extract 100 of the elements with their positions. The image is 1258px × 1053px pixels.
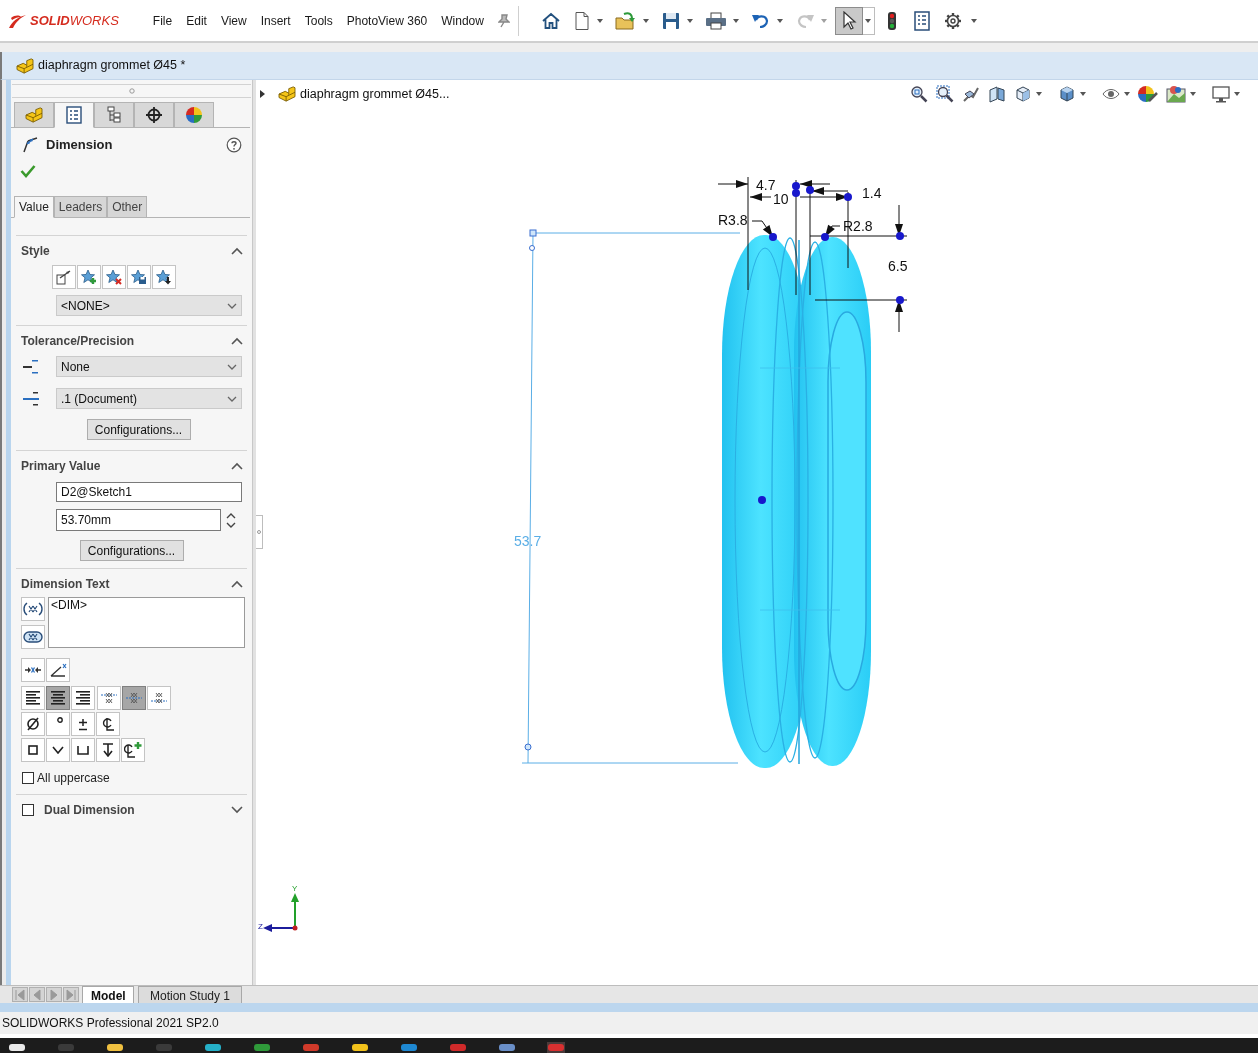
caret-icon[interactable] [776, 18, 783, 23]
menu-item[interactable]: Insert [260, 11, 291, 30]
save-style-button[interactable] [127, 265, 151, 289]
taskbar-app-icon[interactable] [9, 1042, 25, 1051]
chevron-up-icon[interactable] [231, 580, 243, 588]
property-sheet-icon[interactable] [912, 10, 931, 31]
degree-symbol-button[interactable] [46, 712, 70, 736]
menu-item[interactable]: Tools [304, 11, 333, 30]
color-sphere-pencil-icon[interactable] [1138, 85, 1158, 103]
counterbore-symbol-button[interactable] [71, 738, 95, 762]
handle-dot[interactable] [844, 193, 852, 201]
dimension-value[interactable]: 6.5 [888, 258, 908, 274]
depth-symbol-button[interactable] [96, 738, 120, 762]
menu-item[interactable]: Window [441, 11, 484, 30]
checkbox[interactable] [22, 772, 34, 784]
monitor-icon[interactable] [1212, 85, 1230, 103]
handle-dot[interactable] [896, 232, 904, 240]
panel-subtab[interactable]: Value [14, 196, 54, 218]
drag-handle-icon[interactable] [128, 88, 135, 94]
printer-icon[interactable] [704, 10, 727, 31]
dimension-style-button[interactable] [52, 265, 76, 289]
handle-dot[interactable] [792, 182, 800, 190]
dimension-value-field[interactable]: 53.70mm [56, 509, 221, 531]
caret-icon[interactable] [596, 18, 603, 23]
caret-icon[interactable] [1234, 92, 1240, 96]
feature-tree-root[interactable]: diaphragm grommet Ø45... [300, 84, 450, 104]
taskbar-app-icon[interactable] [352, 1042, 368, 1051]
dimension-value[interactable]: 10 [773, 191, 789, 207]
caret-icon[interactable] [732, 18, 739, 23]
zoom-fit-icon[interactable] [910, 85, 928, 103]
load-style-button[interactable] [152, 265, 176, 289]
plus-minus-symbol-button[interactable] [71, 712, 95, 736]
configurations-button[interactable]: Configurations... [86, 419, 191, 440]
panel-subtab[interactable]: Other [107, 196, 148, 218]
open-folder-icon[interactable] [614, 10, 637, 31]
menu-item[interactable]: File [152, 11, 173, 30]
tolerance-dropdown[interactable]: None [56, 356, 242, 377]
caret-icon[interactable] [865, 18, 872, 23]
square-symbol-button[interactable] [21, 738, 45, 762]
save-icon[interactable] [660, 10, 681, 31]
precision-dropdown[interactable]: .1 (Document) [56, 388, 242, 409]
add-parentheses-button[interactable] [21, 597, 45, 621]
pin-icon[interactable] [497, 13, 510, 28]
justify-button[interactable] [21, 686, 45, 710]
centerline-symbol-button[interactable] [96, 712, 120, 736]
chevron-up-icon[interactable] [231, 337, 243, 345]
previous-view-icon[interactable] [962, 85, 980, 103]
menu-item[interactable]: PhotoView 360 [346, 11, 428, 30]
center-dimension-button[interactable] [21, 658, 45, 682]
handle-dot[interactable] [821, 233, 829, 241]
handle-dot[interactable] [792, 189, 800, 197]
zoom-area-icon[interactable] [936, 85, 954, 103]
caret-icon[interactable] [642, 18, 649, 23]
dimension-line[interactable] [811, 187, 849, 195]
chevron-up-icon[interactable] [231, 462, 243, 470]
chevron-up-icon[interactable] [231, 247, 243, 255]
new-document-icon[interactable] [572, 10, 591, 31]
justify-button[interactable] [71, 686, 95, 710]
ok-check-icon[interactable] [20, 164, 36, 178]
spin-down-icon[interactable] [226, 521, 236, 528]
home-icon[interactable] [540, 10, 561, 31]
menu-item[interactable]: View [220, 11, 247, 30]
help-icon[interactable] [226, 137, 242, 153]
panel-collapse-handle[interactable] [256, 515, 263, 549]
chevron-down-icon[interactable] [231, 806, 243, 814]
select-tool-button[interactable] [834, 6, 863, 35]
dimension-value[interactable]: 1.4 [862, 185, 882, 201]
panel-tab[interactable] [134, 102, 174, 128]
dimension-name-field[interactable]: D2@Sketch1 [56, 482, 242, 502]
dimension-line[interactable] [809, 204, 908, 333]
caret-icon[interactable] [1190, 92, 1196, 96]
diameter-symbol-button[interactable] [21, 712, 45, 736]
scene-icon[interactable] [1166, 85, 1186, 103]
add-style-button[interactable] [77, 265, 101, 289]
shaded-cube-icon[interactable] [1058, 85, 1076, 103]
model-tab[interactable]: Model [82, 986, 134, 1003]
countersink-symbol-button[interactable] [46, 738, 70, 762]
handle-dot[interactable] [896, 296, 904, 304]
inspection-button[interactable] [21, 625, 45, 649]
offset-text-button[interactable] [46, 658, 70, 682]
caret-icon[interactable] [1036, 92, 1042, 96]
spin-up-icon[interactable] [226, 512, 236, 519]
menu-item[interactable]: Edit [186, 11, 207, 30]
taskbar-app-icon[interactable] [107, 1042, 123, 1051]
dimension-line[interactable] [717, 176, 831, 296]
delete-style-button[interactable] [102, 265, 126, 289]
handle-dot[interactable] [758, 496, 766, 504]
section-view-icon[interactable] [988, 85, 1006, 103]
model-tab[interactable]: Motion Study 1 [138, 986, 242, 1003]
dimension-text-field[interactable]: <DIM> [48, 597, 245, 648]
checkbox[interactable] [22, 804, 34, 816]
caret-icon[interactable] [1080, 92, 1086, 96]
settings-icon[interactable] [942, 10, 963, 31]
dimension-value[interactable]: 4.7 [756, 177, 776, 193]
taskbar-app-icon[interactable] [205, 1042, 221, 1051]
more-symbols-button[interactable] [121, 738, 145, 762]
caret-icon[interactable] [970, 18, 977, 23]
handle-dot[interactable] [806, 186, 814, 194]
caret-icon[interactable] [1124, 92, 1130, 96]
dimension-value[interactable]: R3.8 [718, 212, 748, 228]
